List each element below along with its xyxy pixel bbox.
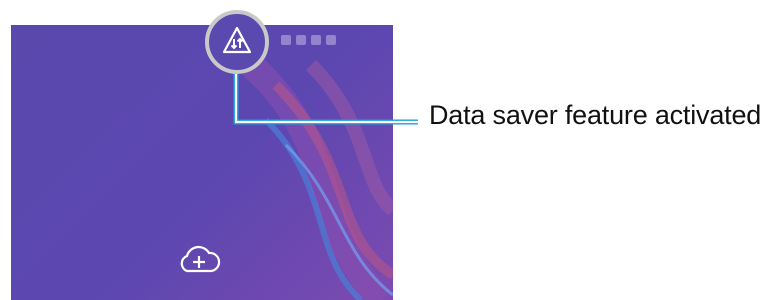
callout-label: Data saver feature activated <box>429 100 762 130</box>
callout-leader-line <box>233 74 418 125</box>
data-saver-callout-badge <box>205 10 269 74</box>
data-saver-icon <box>222 26 252 54</box>
